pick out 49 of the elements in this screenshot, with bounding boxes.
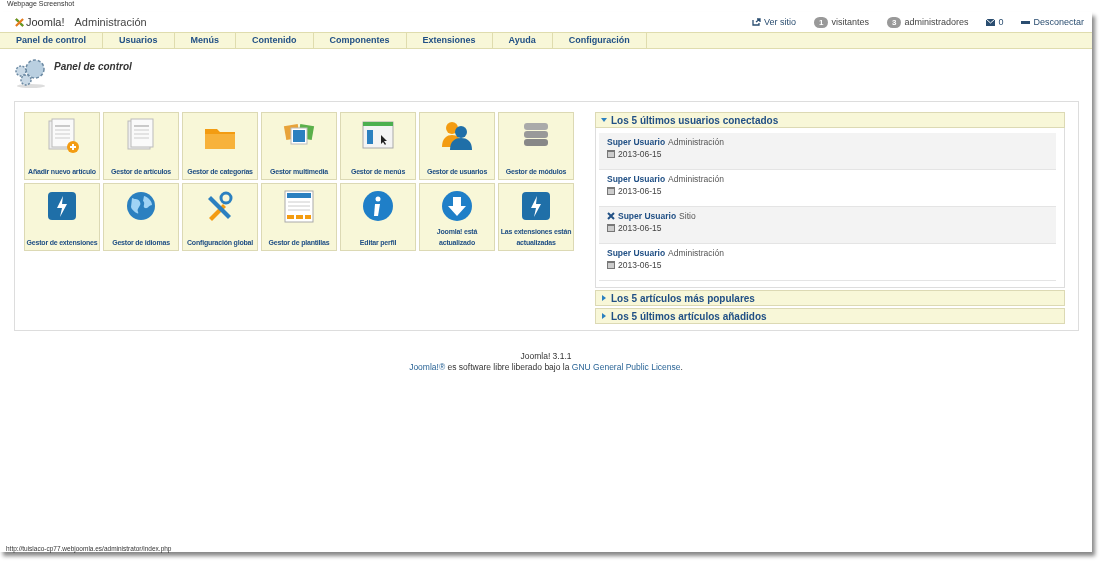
- envelope-icon: [986, 18, 996, 26]
- external-link-icon: [751, 18, 761, 26]
- calendar-icon: [607, 150, 615, 158]
- product-link[interactable]: Joomla!®: [409, 362, 446, 372]
- user-name-link[interactable]: Super Usuario: [607, 137, 666, 147]
- admins-count: 3: [886, 16, 902, 28]
- login-date: 2013-06-15: [618, 149, 662, 159]
- visitors-label: visitantes: [831, 17, 869, 27]
- calendar-icon: [607, 224, 615, 232]
- menu-item[interactable]: Contenido: [236, 33, 314, 48]
- site-title: Administración: [74, 16, 147, 28]
- user-name-link[interactable]: Super Usuario: [607, 174, 666, 184]
- user-name-link[interactable]: Super Usuario: [607, 248, 666, 258]
- license-text: Joomla!® es software libre liberado bajo la GNU General Public License.: [408, 362, 684, 373]
- panel-header[interactable]: Los 5 artículos más populares: [595, 290, 1065, 306]
- menu-item[interactable]: Usuarios: [103, 33, 175, 48]
- visitors-count: 1: [814, 16, 829, 28]
- login-date: 2013-06-15: [618, 186, 662, 196]
- caret-icon: [601, 313, 607, 319]
- user-client: Sitio: [679, 211, 696, 221]
- menu-item[interactable]: Configuración: [552, 33, 647, 48]
- menu-item[interactable]: Ayuda: [492, 33, 553, 48]
- version-text: Joomla! 3.1.1: [519, 351, 573, 362]
- menu-item[interactable]: Componentes: [313, 33, 407, 48]
- panel-header[interactable]: Los 5 últimos usuarios conectados: [595, 112, 1065, 128]
- cross-icon: [607, 212, 615, 220]
- user-client: Administración: [668, 248, 724, 258]
- view-site-link[interactable]: Ver sitio: [751, 17, 796, 27]
- calendar-icon: [607, 261, 615, 269]
- logout-link[interactable]: Desconectar: [1021, 17, 1084, 27]
- menu-item[interactable]: Panel de control: [0, 33, 103, 48]
- user-client: Administración: [668, 137, 724, 147]
- messages-link[interactable]: 0: [986, 17, 1004, 27]
- admins-label: administradores: [904, 17, 969, 27]
- user-client: Administración: [668, 174, 724, 184]
- calendar-icon: [607, 187, 615, 195]
- page-title: Panel de control: [54, 61, 132, 72]
- caret-icon: [601, 117, 607, 123]
- login-date: 2013-06-15: [618, 223, 662, 233]
- joomla-logo[interactable]: Joomla!: [15, 16, 65, 28]
- menu-item[interactable]: Menús: [174, 33, 237, 48]
- login-date: 2013-06-15: [618, 260, 662, 270]
- minus-icon: [1021, 20, 1031, 24]
- panel-header[interactable]: Los 5 últimos artículos añadidos: [595, 308, 1065, 324]
- menu-item[interactable]: Extensiones: [406, 33, 493, 48]
- user-name-link[interactable]: Super Usuario: [618, 211, 677, 221]
- caret-icon: [601, 295, 607, 301]
- gears-icon: [14, 57, 48, 89]
- joomla-logo-icon: [15, 17, 24, 27]
